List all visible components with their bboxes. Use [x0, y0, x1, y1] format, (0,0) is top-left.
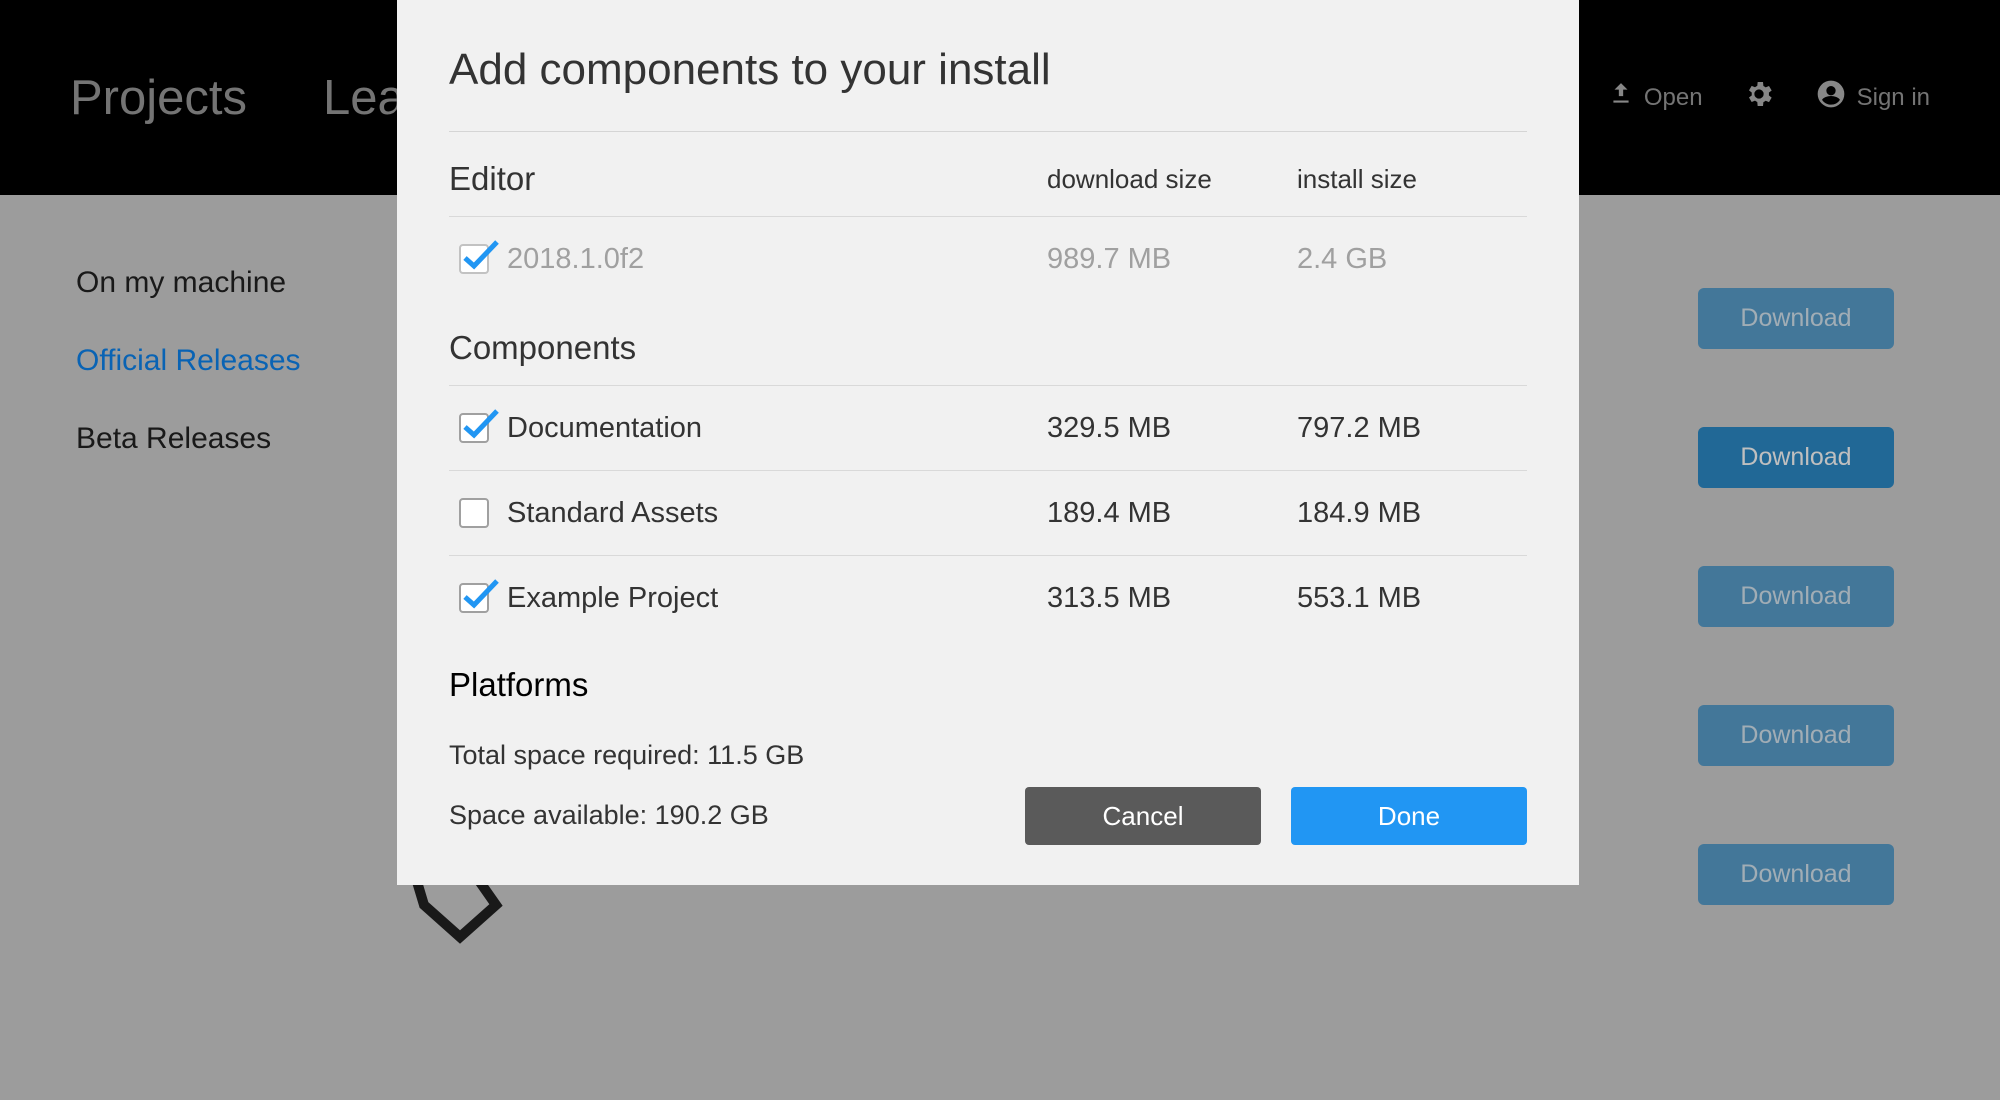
install-size-col: install size — [1277, 164, 1527, 195]
example-project-install-size: 553.1 MB — [1277, 582, 1527, 615]
example-project-download-size: 313.5 MB — [1027, 582, 1277, 615]
space-required-label: Total space required: — [449, 740, 700, 770]
done-button[interactable]: Done — [1291, 787, 1527, 845]
editor-version-label: 2018.1.0f2 — [507, 243, 644, 276]
editor-section-header: Editor download size install size — [449, 132, 1527, 216]
add-components-modal: Add components to your install Editor do… — [397, 0, 1579, 885]
disk-info: Total space required: 11.5 GB Space avai… — [449, 726, 804, 845]
documentation-label: Documentation — [507, 412, 702, 445]
documentation-checkbox[interactable] — [459, 413, 489, 443]
download-size-col: download size — [1027, 164, 1277, 195]
platforms-title: Platforms — [449, 640, 1527, 708]
editor-row: 2018.1.0f2 989.7 MB 2.4 GB — [449, 216, 1527, 301]
editor-title: Editor — [449, 160, 1027, 198]
editor-install-size: 2.4 GB — [1277, 243, 1527, 276]
modal-title: Add components to your install — [449, 45, 1527, 95]
modal-footer: Total space required: 11.5 GB Space avai… — [449, 721, 1527, 845]
documentation-install-size: 797.2 MB — [1277, 412, 1527, 445]
cancel-button[interactable]: Cancel — [1025, 787, 1261, 845]
standard-assets-download-size: 189.4 MB — [1027, 497, 1277, 530]
standard-assets-checkbox[interactable] — [459, 498, 489, 528]
component-row-example-project[interactable]: Example Project 313.5 MB 553.1 MB — [449, 555, 1527, 640]
space-available-label: Space available: — [449, 800, 647, 830]
example-project-label: Example Project — [507, 582, 718, 615]
components-title: Components — [449, 329, 1027, 367]
components-section-header: Components — [449, 301, 1527, 385]
component-row-standard-assets[interactable]: Standard Assets 189.4 MB 184.9 MB — [449, 470, 1527, 555]
editor-checkbox — [459, 244, 489, 274]
standard-assets-label: Standard Assets — [507, 497, 718, 530]
space-available-value: 190.2 GB — [655, 800, 769, 830]
editor-download-size: 989.7 MB — [1027, 243, 1277, 276]
documentation-download-size: 329.5 MB — [1027, 412, 1277, 445]
component-row-documentation[interactable]: Documentation 329.5 MB 797.2 MB — [449, 385, 1527, 470]
space-required-value: 11.5 GB — [707, 740, 804, 770]
standard-assets-install-size: 184.9 MB — [1277, 497, 1527, 530]
example-project-checkbox[interactable] — [459, 583, 489, 613]
